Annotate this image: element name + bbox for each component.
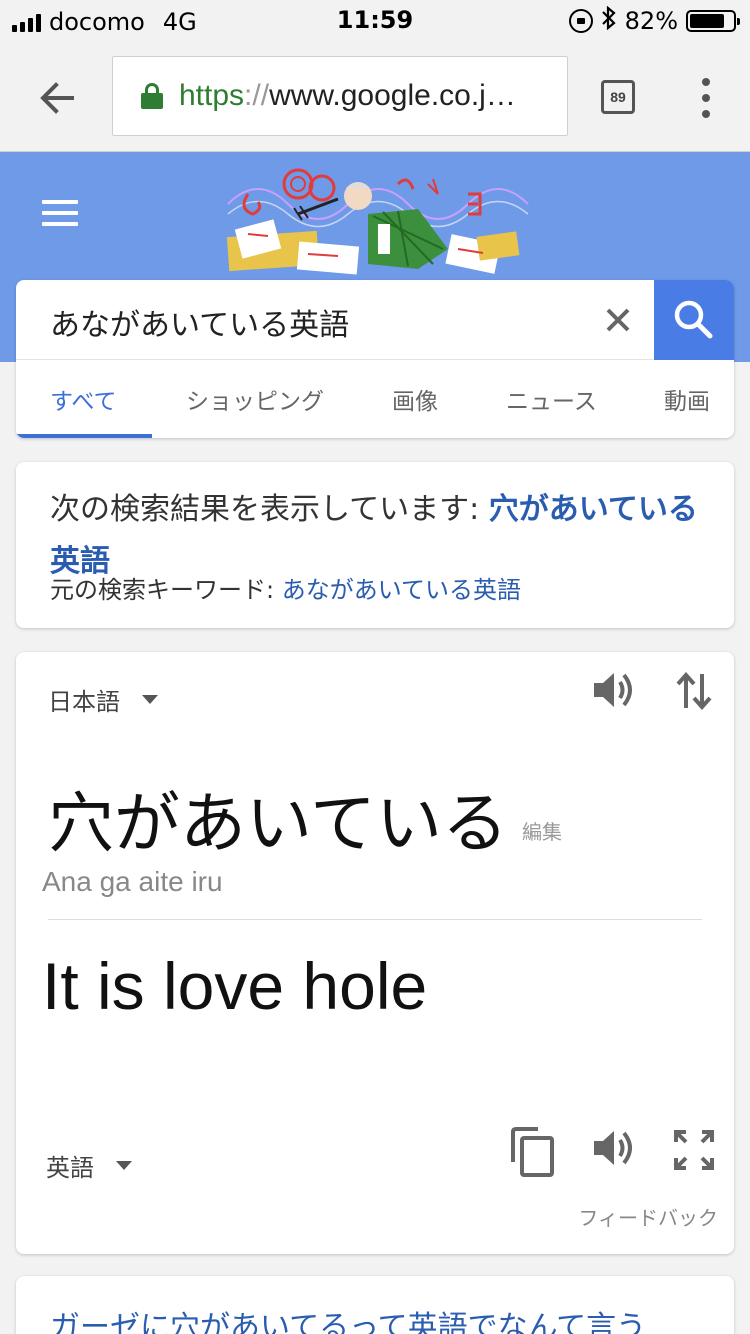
tab-news[interactable]: ニュース bbox=[506, 382, 597, 416]
tab-videos[interactable]: 動画 bbox=[664, 382, 710, 416]
rotation-lock-icon bbox=[568, 9, 593, 33]
copy-button[interactable] bbox=[510, 1126, 558, 1178]
url-host: www.google.co.j… bbox=[269, 79, 516, 112]
speaker-icon bbox=[594, 1131, 632, 1165]
listen-source-button[interactable] bbox=[592, 670, 638, 710]
tab-images[interactable]: 画像 bbox=[392, 382, 438, 416]
tab-switcher-button[interactable]: 89 bbox=[601, 80, 635, 114]
chevron-down-icon bbox=[116, 1161, 132, 1170]
translated-text: It is love hole bbox=[42, 949, 428, 1023]
search-icon bbox=[674, 300, 713, 339]
battery-percent: 82% bbox=[624, 7, 678, 35]
search-row: あながあいている英語 bbox=[16, 280, 734, 360]
hamburger-menu-icon[interactable] bbox=[42, 200, 78, 226]
search-card: あながあいている英語 すべて ショッピング 画像 ニュース 動画 bbox=[16, 280, 734, 438]
fullscreen-icon bbox=[674, 1130, 714, 1170]
google-doodle[interactable] bbox=[218, 154, 530, 280]
search-input[interactable]: あながあいている英語 bbox=[50, 300, 349, 344]
status-right: 82% bbox=[568, 5, 740, 36]
target-language-select[interactable]: 英語 bbox=[46, 1148, 132, 1183]
tab-all[interactable]: すべて bbox=[50, 382, 116, 416]
romanization: Ana ga aite iru bbox=[42, 866, 223, 897]
chevron-down-icon bbox=[142, 695, 158, 704]
spelling-correction-card: 次の検索結果を表示しています: 穴があいている英語 元の検索キーワード: あなが… bbox=[16, 462, 734, 628]
browser-toolbar: https://www.google.co.j… 89 bbox=[0, 40, 750, 152]
tab-shopping[interactable]: ショッピング bbox=[186, 382, 324, 416]
showing-results-prefix: 次の検索結果を表示しています: bbox=[50, 492, 489, 527]
url-bar[interactable]: https://www.google.co.j… bbox=[112, 56, 568, 136]
battery-icon bbox=[686, 10, 740, 32]
battery-fill bbox=[690, 14, 725, 28]
original-query-link[interactable]: あながあいている英語 bbox=[282, 576, 521, 604]
target-language-label: 英語 bbox=[46, 1154, 94, 1182]
overflow-menu-button[interactable] bbox=[694, 78, 718, 118]
close-icon bbox=[606, 308, 630, 332]
source-language-label: 日本語 bbox=[48, 688, 120, 716]
url-separator: :// bbox=[244, 79, 270, 112]
back-arrow-icon bbox=[40, 82, 74, 114]
search-result-card: ガーゼに穴があいてるって英語でなんて言う bbox=[16, 1276, 734, 1334]
divider bbox=[48, 919, 702, 920]
swap-icon bbox=[676, 671, 712, 711]
translate-card: 日本語 穴があいている 編集 Ana ga aite iru It is lov… bbox=[16, 652, 734, 1254]
original-query-prefix: 元の検索キーワード: bbox=[50, 576, 282, 604]
search-button[interactable] bbox=[654, 280, 734, 360]
speaker-icon bbox=[594, 673, 632, 707]
result-title-link[interactable]: ガーゼに穴があいてるって英語でなんて言う bbox=[50, 1302, 646, 1334]
original-query-line: 元の検索キーワード: あながあいている英語 bbox=[50, 570, 521, 605]
url-scheme: https bbox=[179, 79, 245, 112]
back-button[interactable] bbox=[36, 76, 80, 120]
swap-languages-button[interactable] bbox=[674, 670, 714, 712]
edit-link[interactable]: 編集 bbox=[522, 816, 562, 845]
url-text: https://www.google.co.j… bbox=[179, 79, 516, 113]
listen-translation-button[interactable] bbox=[592, 1128, 638, 1168]
source-language-select[interactable]: 日本語 bbox=[48, 682, 158, 717]
source-text: 穴があいている bbox=[48, 785, 509, 862]
fullscreen-button[interactable] bbox=[672, 1128, 716, 1172]
search-tabs: すべて ショッピング 画像 ニュース 動画 bbox=[16, 360, 734, 438]
status-bar: docomo 4G 11:59 82% bbox=[0, 0, 750, 40]
bluetooth-icon bbox=[601, 5, 617, 36]
padlock-icon bbox=[141, 83, 163, 109]
clear-search-button[interactable] bbox=[602, 304, 634, 336]
active-tab-indicator bbox=[16, 434, 152, 438]
feedback-link[interactable]: フィードバック bbox=[578, 1202, 718, 1231]
copy-icon bbox=[511, 1127, 554, 1177]
